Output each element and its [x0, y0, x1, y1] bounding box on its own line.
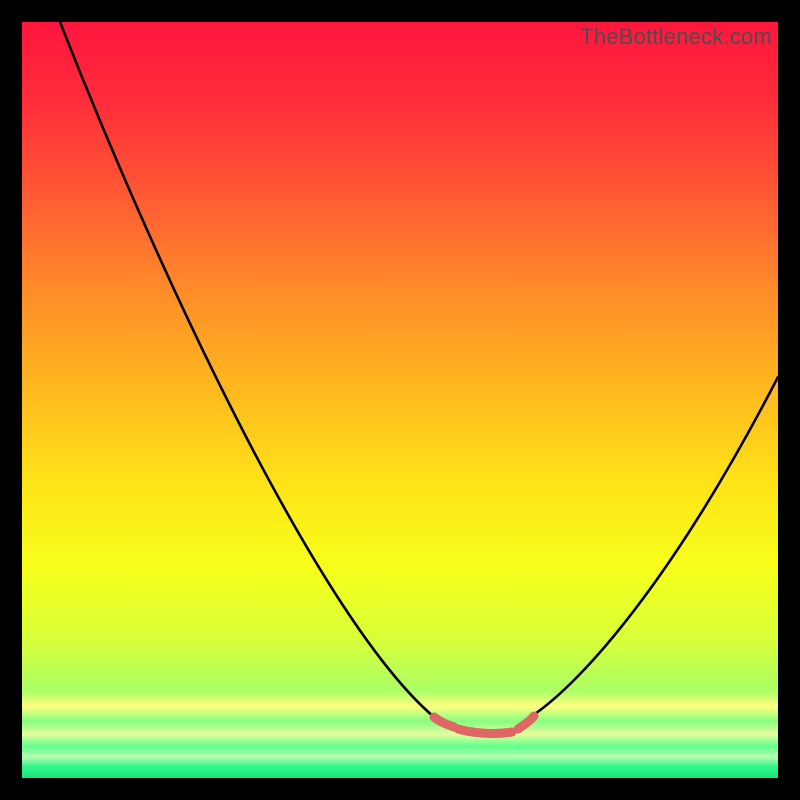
plot-area: TheBottleneck.com	[22, 22, 778, 778]
marked-segment-dash-3	[518, 716, 534, 729]
curve-right-branch	[532, 377, 778, 716]
chart-frame: TheBottleneck.com	[0, 0, 800, 800]
marked-segment-dash-1	[434, 717, 454, 727]
curve-left-branch	[60, 22, 452, 726]
marked-segment-dash-2	[458, 729, 512, 733]
bottleneck-curve	[22, 22, 778, 778]
